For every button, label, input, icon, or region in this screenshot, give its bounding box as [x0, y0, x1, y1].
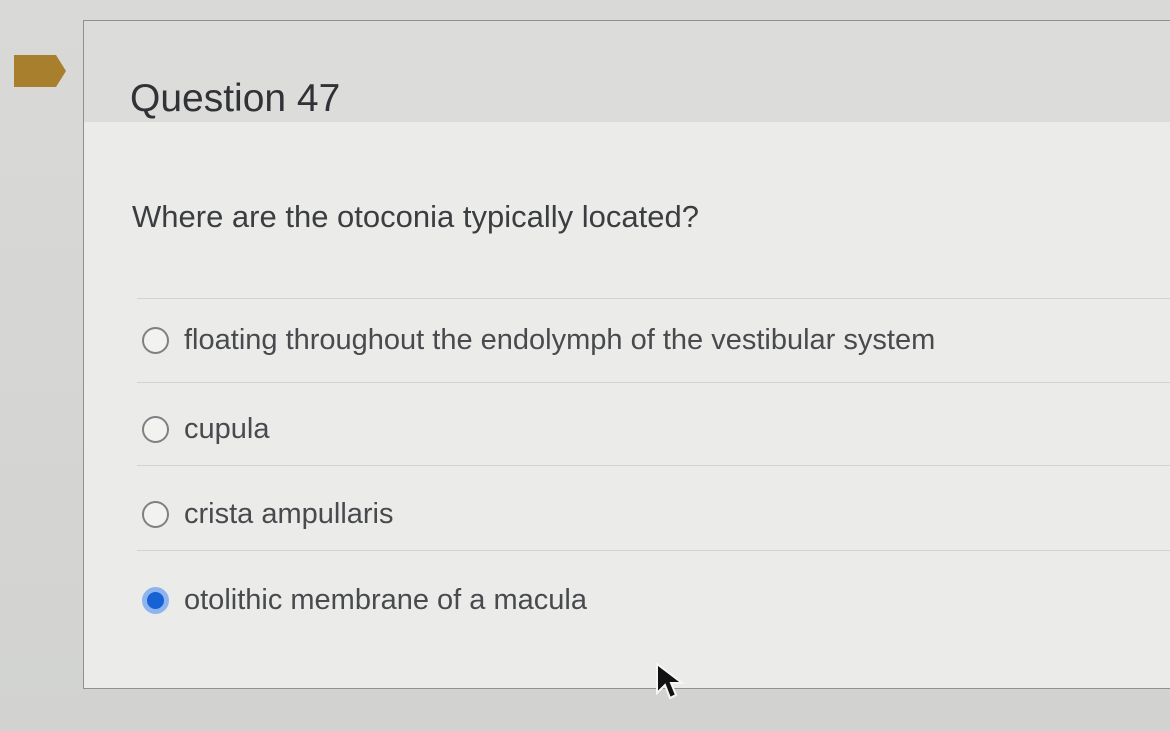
answer-option[interactable]: crista ampullaris: [142, 494, 394, 534]
selected-radio-button[interactable]: [142, 586, 169, 614]
radio-button[interactable]: [142, 326, 169, 354]
question-body: Where are the otoconia typically located…: [84, 122, 1170, 688]
bookmark-flag-icon[interactable]: [14, 55, 66, 87]
answer-option-label: crista ampullaris: [184, 498, 394, 530]
answer-options: floating throughout the endolymph of the…: [84, 122, 1170, 688]
mouse-pointer-icon: [656, 662, 685, 700]
question-card: Question 47 Where are the otoconia typic…: [83, 20, 1170, 689]
answer-option[interactable]: cupula: [142, 409, 269, 449]
question-title: Question 47: [130, 77, 341, 121]
radio-button[interactable]: [142, 500, 169, 528]
question-header: Question 47: [84, 21, 1170, 123]
answer-option[interactable]: otolithic membrane of a macula: [142, 580, 587, 620]
answer-option-label: cupula: [184, 413, 270, 445]
answer-option[interactable]: floating throughout the endolymph of the…: [142, 320, 935, 360]
radio-button[interactable]: [142, 415, 169, 443]
answer-option-label: otolithic membrane of a macula: [184, 584, 587, 616]
answer-option-label: floating throughout the endolymph of the…: [184, 324, 936, 356]
